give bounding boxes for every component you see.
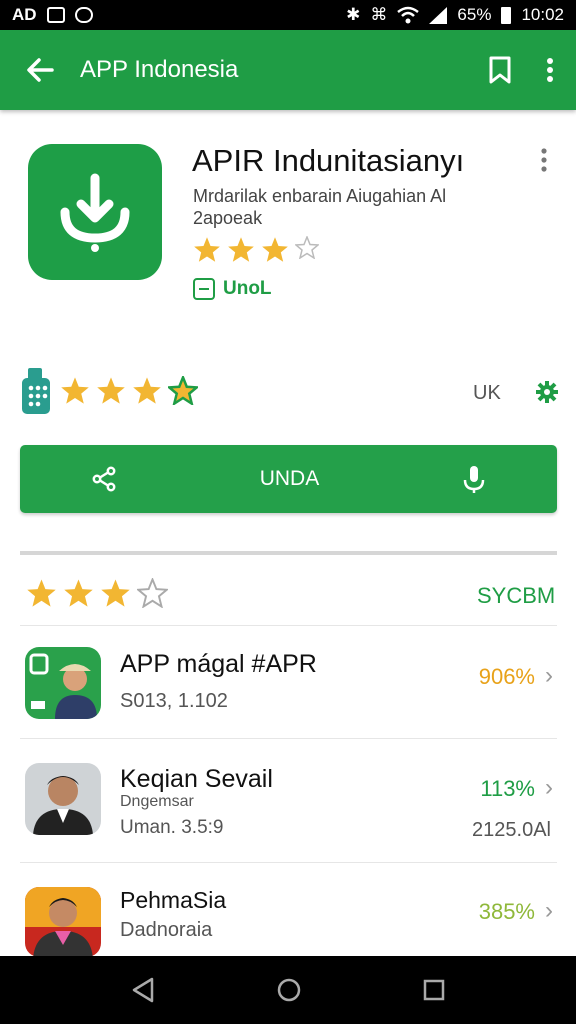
app-name: APIR Indunitasianyı (192, 143, 465, 178)
star-icon (194, 237, 220, 262)
app-description-line2: 2apoeak (193, 208, 263, 228)
app-overflow-menu[interactable] (540, 148, 548, 177)
review-link[interactable]: SYCBM (477, 583, 555, 609)
signal-icon (429, 6, 448, 24)
action-bar: UNDA (20, 445, 557, 513)
list-item-thumbnail (25, 887, 101, 957)
person-avatar-icon (33, 776, 93, 835)
clock: 10:02 (521, 5, 564, 24)
star-icon (133, 376, 161, 404)
locale-label: UK (473, 382, 501, 404)
list-item-value: 2125.0Al (472, 819, 551, 841)
mic-icon[interactable] (462, 464, 486, 494)
list-item-title: APP mágal #APR (120, 650, 317, 678)
list-item[interactable]: Keqian Sevail Dngemsar Uman. 3.5:9 113% … (20, 738, 557, 862)
section-divider (20, 551, 557, 555)
list-item-percent: 385% (478, 899, 535, 924)
app-bar-actions (488, 56, 576, 84)
download-icon (60, 173, 130, 252)
app-bar-title: APP Indonesia (80, 56, 239, 83)
star-outline-icon (137, 578, 168, 608)
installed-badge: UnoL (193, 278, 272, 300)
list-item-percent: 113% (480, 776, 535, 801)
star-half-icon (262, 237, 288, 262)
gear-icon (536, 381, 558, 403)
home-circle-icon[interactable] (276, 977, 302, 1003)
star-icon (228, 237, 254, 262)
status-bar: AD ✱ ⌘ 65% 10:02 (0, 0, 576, 30)
wifi-icon (397, 6, 420, 24)
installed-icon (193, 278, 215, 300)
cloud-icon (74, 7, 93, 23)
battery-percent: 65% (457, 5, 492, 24)
list-item-subtitle: Dadnoraia (120, 919, 213, 941)
app-bar: APP Indonesia (0, 30, 576, 110)
list-item-subtitle: S013, 1.102 (120, 690, 228, 712)
star-icon (61, 376, 89, 404)
person-avatar-icon (25, 887, 101, 957)
status-left: AD (12, 5, 93, 25)
status-app-badge: AD (12, 5, 37, 24)
more-vert-icon (541, 148, 547, 172)
list-item-thumbnail (25, 647, 101, 719)
chevron-right-icon: › (545, 897, 553, 924)
list-item[interactable]: PehmaSia Dadnoraia 385% › (20, 862, 557, 957)
back-button[interactable] (0, 56, 80, 84)
app-icon (28, 144, 162, 280)
more-vert-icon[interactable] (546, 57, 554, 83)
app-description-line1: Mrdarilak enbarain Aiugahian Al (193, 186, 447, 206)
star-icon (101, 579, 130, 607)
list-item-title: PehmaSia (120, 887, 227, 913)
review-stars (26, 578, 168, 608)
star-icon (27, 579, 56, 607)
vibrate-icon: ⌘ (370, 5, 388, 24)
person-avatar-icon (29, 653, 97, 719)
system-nav-bar (0, 956, 576, 1024)
star-outline-icon (295, 236, 319, 259)
list-item-percent: 906% (478, 664, 535, 689)
list-item[interactable]: APP mágal #APR S013, 1.102 906% › (20, 625, 557, 738)
star-green-icon (168, 375, 198, 405)
star-icon (97, 376, 125, 404)
list-item-title: Keqian Sevail (120, 765, 273, 793)
settings-button[interactable] (535, 380, 559, 409)
installed-label: UnoL (223, 278, 272, 299)
bluetooth-icon: ✱ (346, 5, 361, 24)
share-icon[interactable] (91, 466, 117, 492)
chevron-right-icon: › (545, 662, 553, 689)
remote-control-icon (22, 368, 50, 414)
list-item-thumbnail (25, 763, 101, 835)
chevron-right-icon: › (545, 774, 553, 801)
status-right: ✱ ⌘ 65% 10:02 (346, 5, 564, 25)
battery-icon (501, 6, 512, 24)
bookmark-icon[interactable] (488, 56, 512, 84)
rating-row-stars (60, 375, 198, 405)
app-rating-stars (193, 236, 319, 263)
action-label[interactable]: UNDA (260, 467, 320, 491)
app-description: Mrdarilak enbarain Aiugahian Al 2apoeak (193, 185, 493, 229)
back-arrow-icon (27, 58, 54, 82)
list-item-subtitle: Dngemsar (120, 793, 194, 810)
back-triangle-icon[interactable] (131, 977, 155, 1003)
star-icon (64, 579, 93, 607)
mail-icon (46, 7, 65, 23)
list-item-subtitle-secondary: Uman. 3.5:9 (120, 817, 224, 838)
recents-square-icon[interactable] (423, 979, 445, 1001)
rating-row: UK (20, 364, 560, 416)
